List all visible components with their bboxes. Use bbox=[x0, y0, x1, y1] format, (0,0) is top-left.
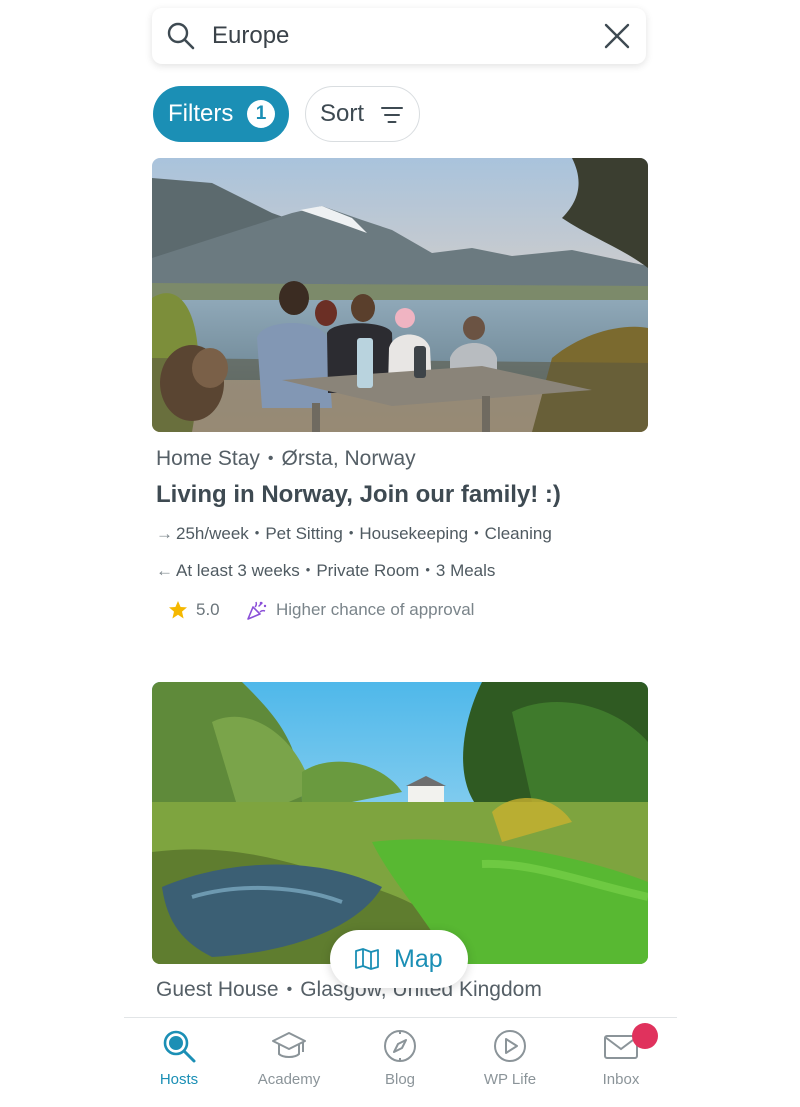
nav-tab-hosts[interactable]: Hosts bbox=[124, 1018, 234, 1107]
approval-badge: Higher chance of approval bbox=[246, 599, 474, 621]
search-icon bbox=[167, 22, 195, 50]
listing-stay: At least 3 weeks bbox=[176, 561, 300, 580]
filters-label: Filters bbox=[168, 100, 234, 127]
listing-hours: 25h/week bbox=[176, 524, 249, 543]
filters-button[interactable]: Filters 1 bbox=[153, 86, 289, 142]
help-item: Pet Sitting bbox=[265, 524, 343, 543]
listing-type: Home Stay bbox=[156, 447, 260, 470]
rating-value: 5.0 bbox=[196, 600, 220, 619]
nav-label: Hosts bbox=[159, 1071, 199, 1088]
listing-photo-glasgow[interactable] bbox=[152, 682, 648, 964]
notification-badge bbox=[632, 1023, 658, 1049]
sort-lines-icon bbox=[381, 107, 403, 123]
nav-label: WP Life bbox=[483, 1071, 537, 1088]
nav-label: Inbox bbox=[602, 1071, 640, 1088]
listing-meta: Home Stay • Ørsta, Norway bbox=[156, 447, 416, 470]
listing-rating: 5.0 bbox=[168, 600, 220, 620]
help-item: Housekeeping bbox=[359, 524, 469, 543]
sort-label: Sort bbox=[320, 100, 365, 127]
map-button[interactable]: Map bbox=[330, 930, 468, 988]
play-icon bbox=[494, 1030, 526, 1062]
arrow-right-icon: → bbox=[156, 524, 173, 543]
search-bar[interactable]: Europe bbox=[152, 8, 646, 64]
nav-tab-wp-life[interactable]: WP Life bbox=[455, 1018, 565, 1107]
close-icon[interactable] bbox=[602, 21, 632, 51]
filters-count-badge: 1 bbox=[247, 100, 275, 128]
river-meadow-image bbox=[152, 682, 648, 964]
help-item: Cleaning bbox=[484, 524, 552, 543]
benefit-item: 3 Meals bbox=[435, 561, 496, 580]
map-icon bbox=[355, 948, 379, 970]
nav-tab-academy[interactable]: Academy bbox=[234, 1018, 344, 1107]
hosts-search-icon bbox=[163, 1030, 196, 1063]
listing-photo-norway[interactable] bbox=[152, 158, 648, 432]
nav-tab-blog[interactable]: Blog bbox=[345, 1018, 455, 1107]
nav-tab-inbox[interactable]: Inbox bbox=[566, 1018, 676, 1107]
nav-label: Academy bbox=[257, 1071, 321, 1088]
sort-button[interactable]: Sort bbox=[305, 86, 420, 142]
listing-stay-row: ← At least 3 weeks • Private Room • 3 Meals bbox=[156, 561, 496, 580]
compass-icon bbox=[384, 1030, 416, 1062]
graduation-cap-icon bbox=[272, 1032, 306, 1058]
listing-help-row: → 25h/week • Pet Sitting • Housekeeping • Clean… bbox=[156, 524, 552, 543]
benefit-item: Private Room bbox=[316, 561, 420, 580]
search-input[interactable]: Europe bbox=[212, 8, 289, 64]
map-button-label: Map bbox=[394, 945, 443, 973]
bottom-navigation: Hosts Academy Blog WP Life Inbox bbox=[124, 1017, 677, 1107]
party-popper-icon bbox=[247, 601, 267, 620]
nav-label: Blog bbox=[384, 1071, 416, 1088]
approval-text: Higher chance of approval bbox=[276, 600, 475, 619]
star-icon bbox=[169, 601, 187, 619]
fjord-landscape-image bbox=[152, 158, 648, 432]
listing-type: Guest House bbox=[156, 978, 279, 1001]
listing-title[interactable]: Living in Norway, Join our family! :) bbox=[156, 481, 561, 509]
listing-location: Ørsta, Norway bbox=[281, 447, 416, 470]
arrow-left-icon: ← bbox=[156, 561, 173, 580]
